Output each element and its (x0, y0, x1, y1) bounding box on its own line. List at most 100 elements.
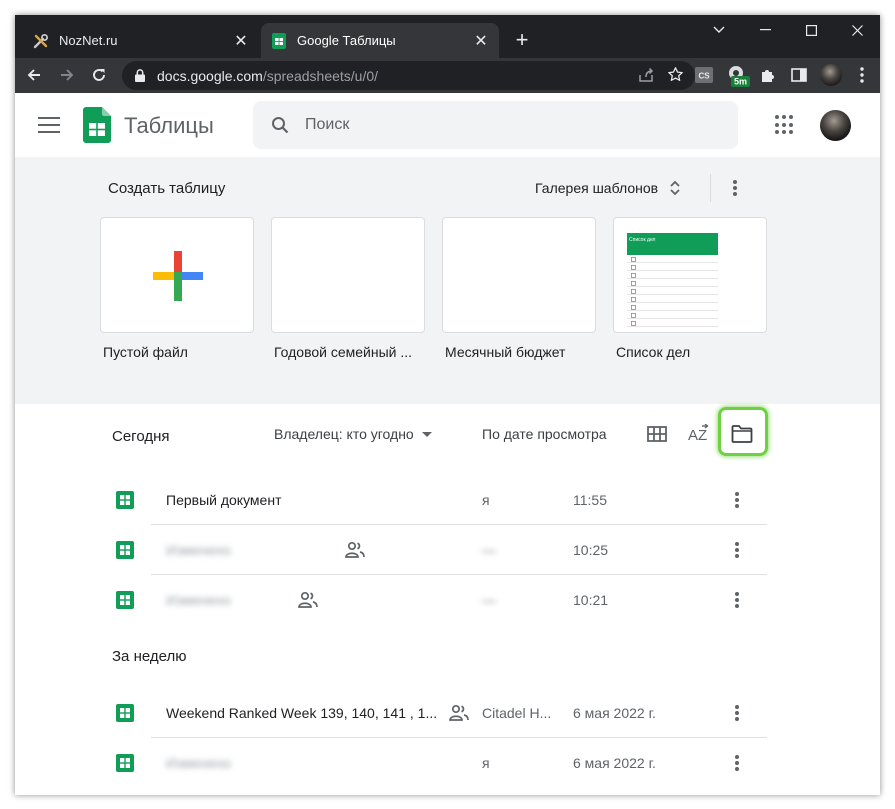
close-tab-icon[interactable]: ✕ (471, 31, 491, 51)
file-owner: — (482, 542, 496, 558)
file-row[interactable]: Первый документ я 11:55 (15, 475, 880, 525)
file-name[interactable]: Изменено (166, 592, 231, 608)
url-host: docs.google.com (157, 67, 263, 84)
reload-icon[interactable] (86, 62, 112, 88)
template-label[interactable]: Пустой файл (103, 344, 253, 360)
sheets-file-icon (116, 704, 134, 722)
gallery-title: Создать таблицу (108, 180, 226, 197)
window-controls (696, 15, 880, 45)
browser-window: NozNet.ru ✕ Google Таблицы ✕ + docs.goog… (15, 15, 880, 795)
template-gallery: Создать таблицу Галерея шаблонов Пустой … (15, 157, 880, 404)
url-path: /spreadsheets/u/0/ (262, 67, 379, 84)
grid-view-icon[interactable] (645, 422, 669, 446)
tab-google-sheets[interactable]: Google Таблицы ✕ (261, 23, 499, 58)
app-header: Таблицы (15, 93, 880, 157)
extension-timer-icon[interactable]: 5m (725, 62, 751, 88)
tab-noznet[interactable]: NozNet.ru ✕ (23, 23, 259, 58)
template-todo-list[interactable]: Список дел Список дел (613, 217, 767, 360)
file-owner: я (482, 492, 490, 508)
file-name[interactable]: Weekend Ranked Week 139, 140, 141 , 1... (166, 705, 437, 721)
file-row[interactable]: Изменено — 10:21 (15, 575, 880, 625)
share-icon[interactable] (638, 67, 655, 88)
search-input[interactable] (305, 116, 685, 134)
template-blank[interactable]: Пустой файл (100, 217, 254, 360)
minimize-icon[interactable] (742, 15, 788, 45)
side-panel-icon[interactable] (786, 62, 812, 88)
file-row[interactable]: Weekend Ranked Week 139, 140, 141 , 1...… (15, 688, 880, 738)
close-window-icon[interactable] (834, 15, 880, 45)
google-sheets-icon (271, 32, 287, 49)
main-menu-icon[interactable] (35, 113, 63, 137)
extension-badge-text: 5m (734, 77, 747, 87)
account-avatar[interactable] (820, 110, 851, 141)
browser-toolbar: docs.google.com/spreadsheets/u/0/ CS 5m (15, 58, 880, 93)
file-row[interactable]: Изменено я 6 мая 2022 г. (15, 738, 880, 788)
tab-title: Google Таблицы (297, 33, 396, 48)
search-icon[interactable] (271, 116, 289, 134)
todo-preview-header: Список дел (627, 233, 718, 255)
file-list: Сегодня Владелец: кто угодно По дате про… (15, 404, 880, 795)
template-thumbnail[interactable]: Список дел (613, 217, 767, 333)
address-bar[interactable]: docs.google.com/spreadsheets/u/0/ (122, 61, 695, 90)
file-more-icon[interactable] (731, 590, 743, 610)
sort-az-label: AZ (688, 427, 707, 444)
extension-cs-icon[interactable]: CS (691, 62, 717, 88)
template-thumbnail[interactable] (442, 217, 596, 333)
bookmark-star-icon[interactable] (667, 66, 684, 88)
lock-icon[interactable] (135, 69, 147, 82)
extension-cs-label: CS (698, 72, 710, 81)
search-bar[interactable] (253, 101, 738, 149)
file-more-icon[interactable] (731, 753, 743, 773)
tab-search-icon[interactable] (696, 15, 742, 45)
todo-preview-rows (627, 255, 718, 327)
file-more-icon[interactable] (731, 703, 743, 723)
file-row[interactable]: Изменено — 10:25 (15, 525, 880, 575)
tab-title: NozNet.ru (59, 33, 118, 48)
sheets-file-icon (116, 491, 134, 509)
sort-az-icon[interactable]: AZ (687, 422, 711, 446)
file-date: 6 мая 2022 г. (573, 755, 656, 771)
extensions-puzzle-icon[interactable] (755, 62, 781, 88)
owner-filter-label: Владелец: кто угодно (274, 426, 414, 442)
google-sheets-logo[interactable] (83, 107, 111, 143)
file-date: 6 мая 2022 г. (573, 705, 656, 721)
template-gallery-toggle[interactable]: Галерея шаблонов (535, 180, 680, 196)
new-tab-button[interactable]: + (509, 27, 535, 53)
file-name[interactable]: Первый документ (166, 492, 281, 508)
gallery-link-label: Галерея шаблонов (535, 180, 659, 196)
profile-avatar-icon[interactable] (818, 62, 844, 88)
template-thumbnail[interactable] (271, 217, 425, 333)
shared-people-icon (298, 591, 318, 608)
tab-strip: NozNet.ru ✕ Google Таблицы ✕ + (15, 15, 880, 58)
folder-button-highlight (718, 407, 768, 456)
template-family-budget[interactable]: Годовой семейный ... (271, 217, 425, 360)
template-monthly-budget[interactable]: Месячный бюджет (442, 217, 596, 360)
gallery-more-icon[interactable] (727, 177, 743, 199)
file-name[interactable]: Изменено (166, 755, 231, 771)
file-date: 10:25 (573, 542, 609, 558)
sort-by-button[interactable]: По дате просмотра (482, 426, 607, 442)
maximize-icon[interactable] (788, 15, 834, 45)
shared-people-icon (449, 704, 469, 721)
file-owner: Citadel H... (482, 705, 552, 721)
tools-icon (33, 33, 49, 49)
browser-menu-icon[interactable] (849, 62, 875, 88)
owner-filter-dropdown[interactable]: Владелец: кто угодно (274, 426, 432, 442)
back-icon[interactable] (21, 62, 47, 88)
template-label[interactable]: Список дел (616, 344, 766, 360)
file-date: 10:21 (573, 592, 609, 608)
file-more-icon[interactable] (731, 540, 743, 560)
template-label[interactable]: Месячный бюджет (445, 344, 595, 360)
template-label[interactable]: Годовой семейный ... (274, 344, 424, 360)
file-name[interactable]: Изменено (166, 542, 231, 558)
close-tab-icon[interactable]: ✕ (231, 31, 251, 51)
forward-icon[interactable] (54, 62, 80, 88)
url-text: docs.google.com/spreadsheets/u/0/ (157, 68, 378, 84)
app-title[interactable]: Таблицы (124, 113, 214, 139)
template-thumbnail[interactable] (100, 217, 254, 333)
file-more-icon[interactable] (731, 490, 743, 510)
google-apps-icon[interactable] (775, 115, 795, 135)
sheets-file-icon (116, 591, 134, 609)
sheets-file-icon (116, 754, 134, 772)
plus-icon (153, 251, 203, 301)
